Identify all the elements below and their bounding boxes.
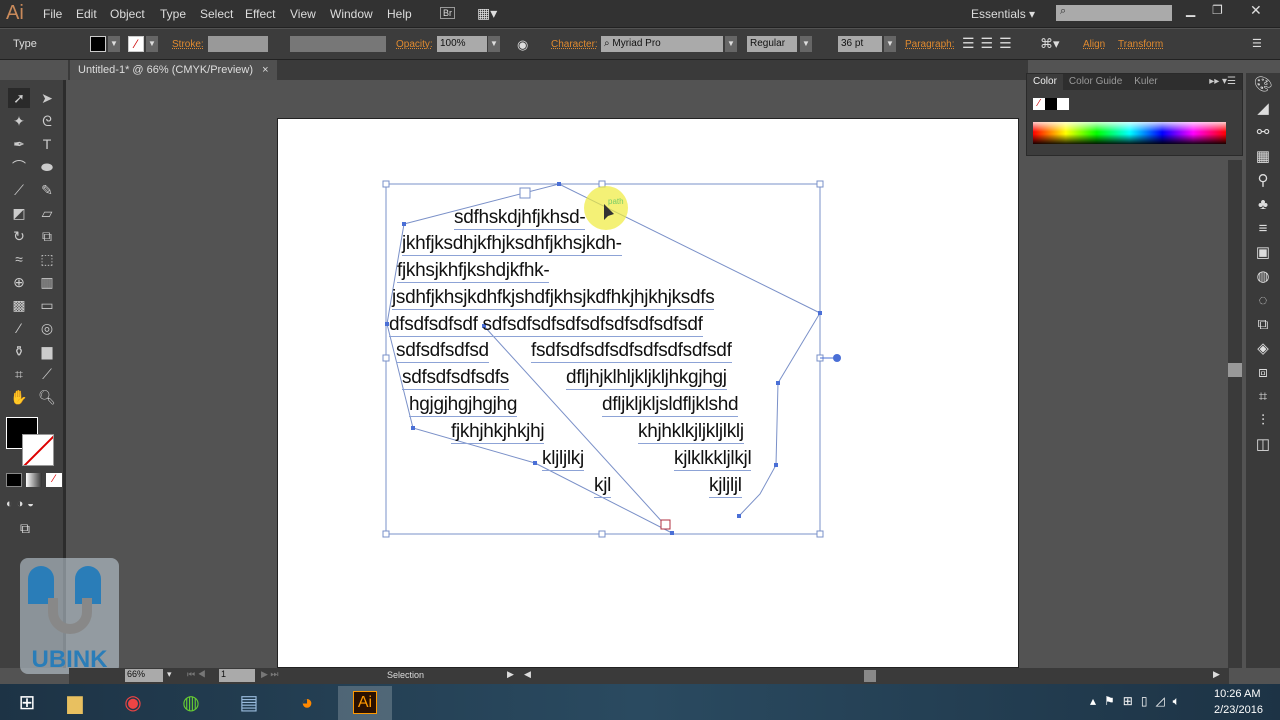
text-line[interactable]: sdfsdfsdfsd [396,340,489,363]
tab-color-guide[interactable]: Color Guide [1063,74,1128,90]
text-line[interactable]: kjlklkkljlkjl [674,448,752,471]
windows-taskbar: ⊞ ▆ ◉ ◍ ▤ ◕ Ai ▴⚑⊞▯◿🔈︎ 10:26 AM 2/23/201… [0,684,1280,720]
scrollbar-thumb[interactable] [1228,363,1242,377]
color-panel: Color Color Guide Kuler ▸▸ ▾☰ ⁄ [1026,73,1243,156]
color-panel-tabs: Color Color Guide Kuler ▸▸ ▾☰ [1027,74,1242,90]
appearance-icon[interactable]: ◌ [1246,289,1280,313]
illustrator-icon: Ai [352,691,378,714]
scroll-left-button[interactable]: ◀ [524,669,531,680]
brushes-icon[interactable]: ⚲ [1246,169,1280,193]
taskbar-app-illustrator[interactable]: Ai [338,686,392,720]
clock-date[interactable]: 2/23/2016 [1214,704,1263,716]
text-line[interactable]: jkhfjksdhjkfhjksdhfjkhsjkdh- [402,233,622,256]
graphic-styles-icon[interactable]: ⧉ [1246,313,1280,337]
white-swatch[interactable] [1057,98,1069,110]
transparency-icon[interactable]: ◍ [1246,265,1280,289]
layers-icon[interactable]: ◈ [1246,337,1280,361]
text-line[interactable]: jsdhfjkhsjkdhfkjshdfjkhsjkdfhkjhjkhjksdf… [392,287,715,310]
next-last-artboard-buttons[interactable]: ▶ ⏭ [261,669,279,680]
text-line[interactable]: sdfsdfsdfsdfs [402,367,509,390]
first-prev-artboard-buttons[interactable]: ⏮ ◀ [187,669,206,680]
artboards-icon[interactable]: ⧈ [1246,361,1280,385]
horizontal-scroll-thumb[interactable] [864,670,876,682]
status-bar: 66% ▾ ⏮ ◀ 1 ▶ ⏭ Selection ▶ ◀ ▶ [69,668,1229,684]
text-line[interactable]: kjljljl [709,475,742,498]
artboard-number-field[interactable]: 1 [219,669,255,682]
none-swatch[interactable]: ⁄ [1033,98,1045,110]
tab-kuler[interactable]: Kuler [1128,74,1163,90]
tab-color[interactable]: Color [1027,74,1063,90]
text-line[interactable]: dfsdfsdfsdf sdfsdfsdfsdfsdfsdfsdfsdfsdf [389,314,703,337]
system-tray-icons[interactable]: ▴⚑⊞▯◿🔈︎ [1090,694,1188,709]
ubink-watermark: UBINK [20,558,119,674]
status-menu-arrow[interactable]: ▶ [507,669,514,680]
watermark-shape [48,598,92,634]
taskbar-app-file-explorer[interactable]: ▆ [48,686,102,720]
taskbar-app-chrome[interactable]: ◉ [106,686,160,720]
panel-dock: 🎨︎ ◢ ⚯ ▦ ⚲ ♣ ≡ ▣ ◍ ◌ ⧉ ◈ ⧈ ⌗ ⫶ ◫ [1246,73,1280,668]
text-line[interactable]: dfljhjklhljkljkljhkgjhgj [566,367,727,390]
start-button-icon[interactable]: ⊞ [0,686,54,720]
text-line[interactable]: dfljkljkljsldfljklshd [602,394,739,417]
color-spectrum[interactable] [1033,122,1226,144]
text-line[interactable]: sdfhskdjhfjkhsd- [454,207,586,230]
symbols-icon[interactable]: ♣ [1246,193,1280,217]
text-line[interactable]: hgjgjhgjhgjhg [409,394,517,417]
black-swatch[interactable] [1045,98,1057,110]
clock-time[interactable]: 10:26 AM [1214,688,1260,700]
taskbar-app-firefox[interactable]: ◕ [280,686,334,720]
out-port-icon[interactable] [660,519,671,530]
text-line[interactable]: fjkhsjkhfjkshdjkfhk- [397,260,550,283]
zoom-dropdown[interactable]: ▾ [167,669,172,680]
pathfinder-icon[interactable]: ◫ [1246,433,1280,457]
text-line[interactable]: fsdfsdfsdfsdfsdfsdfsdfsdf [531,340,732,363]
transform-icon[interactable]: ⌗ [1246,385,1280,409]
taskbar-app-utorrent[interactable]: ◍ [164,686,218,720]
text-line[interactable]: khjhklkjljkljlklj [638,421,744,444]
scroll-right-button[interactable]: ▶ [1213,669,1220,680]
stroke-icon[interactable]: ≡ [1246,217,1280,241]
smart-guide-label: path [608,197,624,206]
taskbar-app-calculator[interactable]: ▤ [222,686,276,720]
kuler-icon[interactable]: ⚯ [1246,121,1280,145]
gradient-icon[interactable]: ▣ [1246,241,1280,265]
zoom-field[interactable]: 66% [125,669,163,682]
swatches-icon[interactable]: ▦ [1246,145,1280,169]
text-line[interactable]: kjl [594,475,611,498]
align-icon[interactable]: ⫶ [1246,409,1280,433]
panel-options-icon[interactable]: ▸▸ ▾☰ [1203,74,1242,90]
text-line[interactable]: fjkhjhkjhkjhj [451,421,545,444]
text-line[interactable]: kljljlkj [542,448,584,471]
status-tool-label: Selection [387,670,425,680]
color-panel-icon[interactable]: 🎨︎ [1246,73,1280,97]
color-guide-icon[interactable]: ◢ [1246,97,1280,121]
vertical-scrollbar[interactable] [1228,160,1242,668]
